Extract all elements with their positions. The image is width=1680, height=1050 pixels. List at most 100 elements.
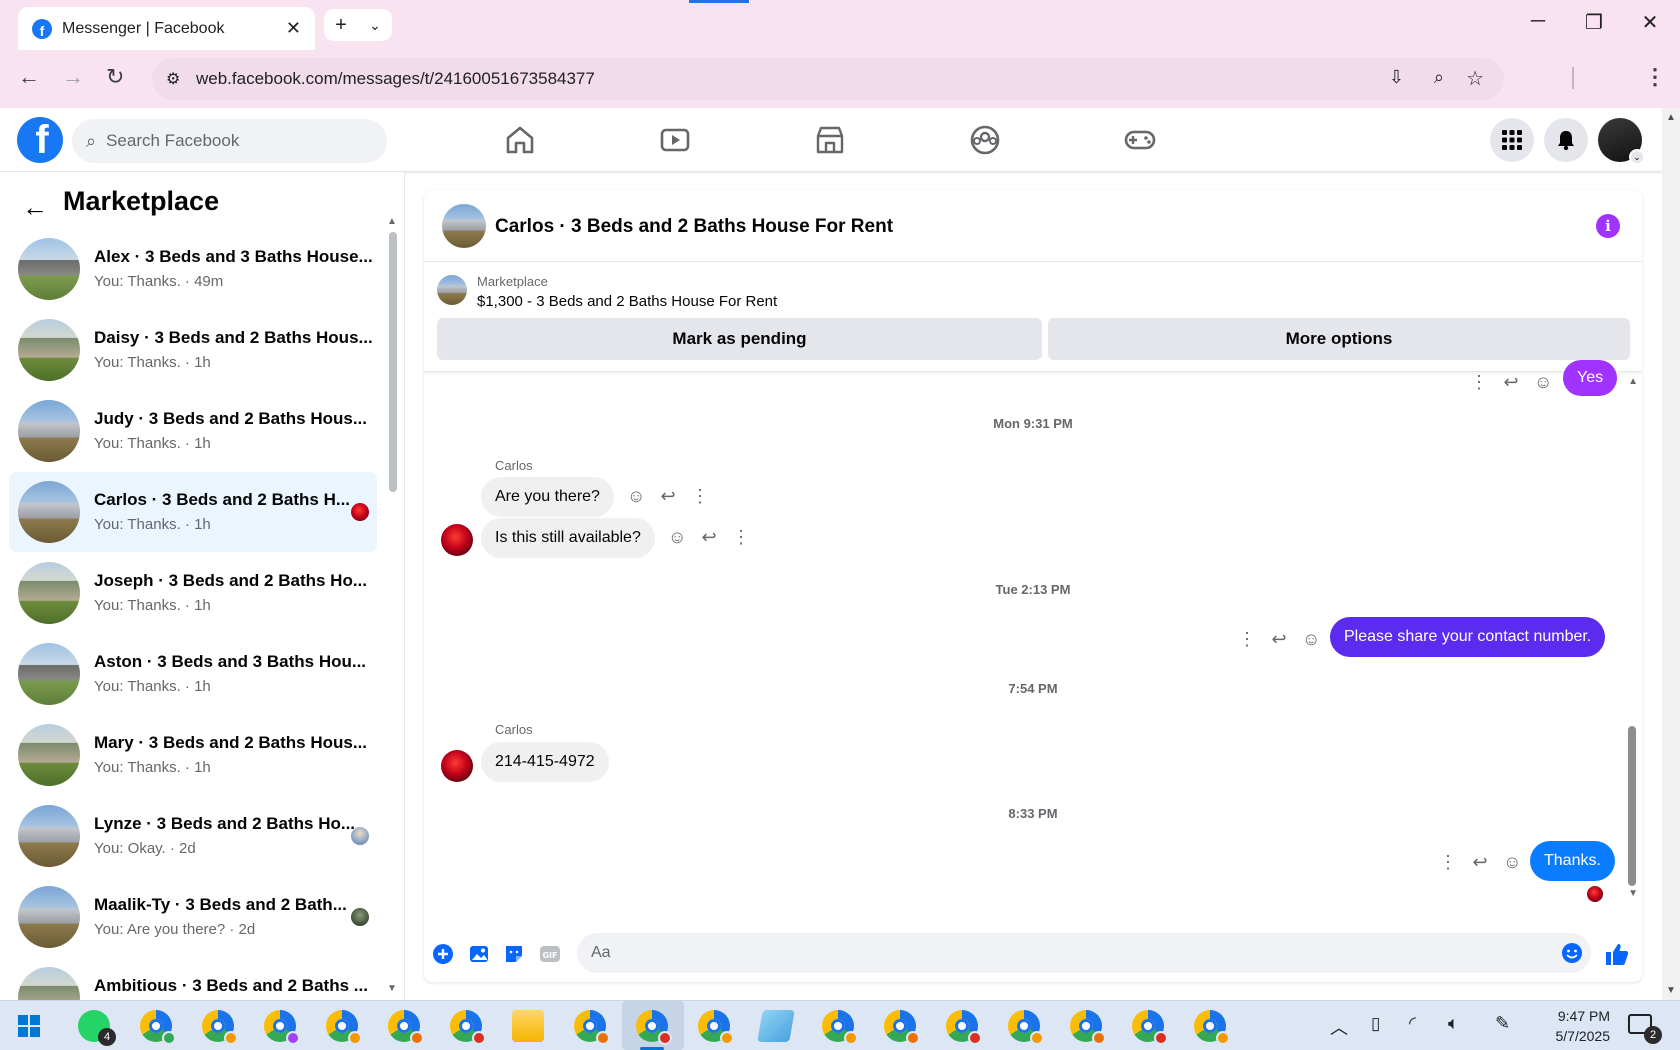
chat-title[interactable]: Carlos · 3 Beds and 2 Baths House For Re… [495,216,893,238]
react-icon[interactable]: ☺ [668,527,686,548]
reply-icon[interactable]: ↩ [1471,852,1489,873]
video-icon[interactable] [657,122,693,158]
react-icon[interactable]: ☺ [1503,852,1521,873]
chrome-profile-icon[interactable] [946,1010,982,1045]
message-bubble-incoming[interactable]: Are you there? [481,477,614,517]
chrome-profile-icon[interactable] [698,1010,734,1045]
chat-scroll-up-icon[interactable]: ▲ [1628,376,1638,387]
sender-avatar[interactable] [441,750,473,782]
browser-menu-icon[interactable]: ⋮ [1644,64,1666,90]
chat-scrollbar[interactable] [1628,726,1636,886]
conversation-item-active[interactable]: Carlos · 3 Beds and 2 Baths H... You: Th… [9,472,377,552]
more-icon[interactable]: ⋮ [1238,629,1256,650]
chrome-profile-icon[interactable] [822,1010,858,1045]
back-icon[interactable]: ← [18,64,40,90]
file-explorer-icon[interactable] [512,1010,544,1042]
notifications-button[interactable] [1544,118,1588,162]
message-input[interactable]: Aa [577,933,1591,973]
listing-thumbnail[interactable] [437,275,467,305]
more-icon[interactable]: ⋮ [1470,372,1488,393]
chrome-profile-icon[interactable] [1070,1010,1106,1045]
windows-start-icon[interactable] [18,1015,40,1037]
more-icon[interactable]: ⋮ [1439,852,1457,873]
tab-search-icon[interactable]: ⌄ [369,17,381,34]
chat-thumbnail[interactable] [442,204,486,248]
restore-icon[interactable]: ❐ [1566,10,1622,35]
sender-avatar[interactable] [441,524,473,556]
chrome-profile-icon-active[interactable] [636,1010,672,1045]
chrome-profile-icon[interactable] [1132,1010,1168,1045]
page-scroll-up-icon[interactable]: ▲ [1666,112,1676,123]
notification-center-icon[interactable]: 2 [1628,1014,1662,1044]
photo-icon[interactable] [468,943,490,965]
marketplace-icon[interactable] [812,122,848,158]
reply-icon[interactable]: ↩ [1502,372,1520,393]
message-bubble-outgoing[interactable]: Thanks. [1530,841,1615,881]
like-thumb-icon[interactable] [1604,941,1630,967]
more-options-button[interactable]: More options [1048,318,1630,360]
message-bubble-incoming[interactable]: 214-415-4972 [481,742,609,782]
reload-icon[interactable]: ↻ [106,64,124,90]
more-icon[interactable]: ⋮ [691,486,709,507]
message-bubble-incoming[interactable]: Is this still available? [481,518,655,558]
reply-icon[interactable]: ↩ [659,486,677,507]
page-scroll-down-icon[interactable]: ▼ [1666,985,1676,996]
conversation-item[interactable]: Mary · 3 Beds and 2 Baths Hous... You: T… [9,715,377,795]
mark-as-pending-button[interactable]: Mark as pending [437,318,1042,360]
sticker-icon[interactable] [503,943,525,965]
info-icon[interactable]: i [1596,214,1620,238]
device-icon[interactable]: ▯ [1371,1014,1380,1034]
chrome-profile-icon[interactable] [202,1010,238,1045]
profile-avatar[interactable]: ⌄ [1598,118,1645,165]
conversation-item[interactable]: Ambitious · 3 Beds and 2 Baths ... [9,958,377,1000]
emoji-icon[interactable] [1561,942,1583,964]
conversation-item[interactable]: Lynze · 3 Beds and 2 Baths Ho... You: Ok… [9,796,377,876]
search-input[interactable]: ⌕ Search Facebook [72,119,387,163]
back-arrow-icon[interactable]: ← [22,192,48,223]
message-bubble-outgoing[interactable]: Please share your contact number. [1330,617,1606,657]
conversation-item[interactable]: Aston · 3 Beds and 3 Baths Hou... You: T… [9,634,377,714]
conversation-item[interactable]: Joseph · 3 Beds and 2 Baths Ho... You: T… [9,553,377,633]
reply-icon[interactable]: ↩ [700,527,718,548]
close-tab-icon[interactable]: ✕ [286,18,301,39]
chrome-profile-icon[interactable] [884,1010,920,1045]
gaming-icon[interactable] [1122,122,1158,158]
chat-scroll-down-icon[interactable]: ▼ [1628,888,1638,899]
chrome-profile-icon[interactable] [388,1010,424,1045]
more-icon[interactable]: ⋮ [732,527,750,548]
chrome-profile-icon[interactable] [574,1010,610,1045]
react-icon[interactable]: ☺ [627,486,645,507]
install-app-icon[interactable]: ⇩ [1389,67,1404,88]
conversation-item[interactable]: Judy · 3 Beds and 2 Baths Hous... You: T… [9,391,377,471]
browser-tab[interactable]: f Messenger | Facebook ✕ [18,7,315,50]
chrome-profile-icon[interactable] [450,1010,486,1045]
page-scrollbar[interactable]: ▲ ▼ [1662,108,1680,1000]
sidebar-scroll-down-icon[interactable]: ▼ [387,983,397,994]
system-clock[interactable]: 9:47 PM 5/7/2025 [1540,1006,1611,1046]
conversation-item[interactable]: Alex · 3 Beds and 3 Baths House... You: … [9,229,377,309]
site-info-icon[interactable]: ⚙ [166,69,180,89]
home-icon[interactable] [502,122,538,158]
chrome-profile-icon[interactable] [326,1010,362,1045]
sidebar-scrollbar[interactable] [389,232,397,492]
gif-icon[interactable]: GIF [539,943,561,965]
chrome-profile-icon[interactable] [1008,1010,1044,1045]
tray-chevron-up-icon[interactable]: ︿ [1330,1014,1348,1040]
facebook-logo-icon[interactable]: f [17,117,63,163]
address-bar[interactable]: ⚙ web.facebook.com/messages/t/2416005167… [152,58,1504,100]
react-icon[interactable]: ☺ [1302,629,1320,650]
volume-icon[interactable]: 🔈︎ [1448,1013,1459,1034]
conversation-item[interactable]: Maalik-Ty · 3 Beds and 2 Bath... You: Ar… [9,877,377,957]
bookmark-star-icon[interactable]: ☆ [1466,66,1484,91]
react-icon[interactable]: ☺ [1534,372,1552,393]
menu-grid-button[interactable] [1490,118,1534,162]
message-bubble-outgoing[interactable]: Yes [1563,360,1618,396]
conversation-item[interactable]: Daisy · 3 Beds and 2 Baths Hous... You: … [9,310,377,390]
account-chevron-icon[interactable]: ⌄ [1629,149,1645,165]
zoom-icon[interactable]: ⌕ [1434,67,1444,88]
sidebar-scroll-up-icon[interactable]: ▲ [387,216,397,227]
new-tab-icon[interactable]: + [335,14,347,37]
close-window-icon[interactable]: ✕ [1622,10,1678,35]
minimize-icon[interactable]: ─ [1510,10,1566,33]
chrome-profile-icon[interactable] [1194,1010,1230,1045]
